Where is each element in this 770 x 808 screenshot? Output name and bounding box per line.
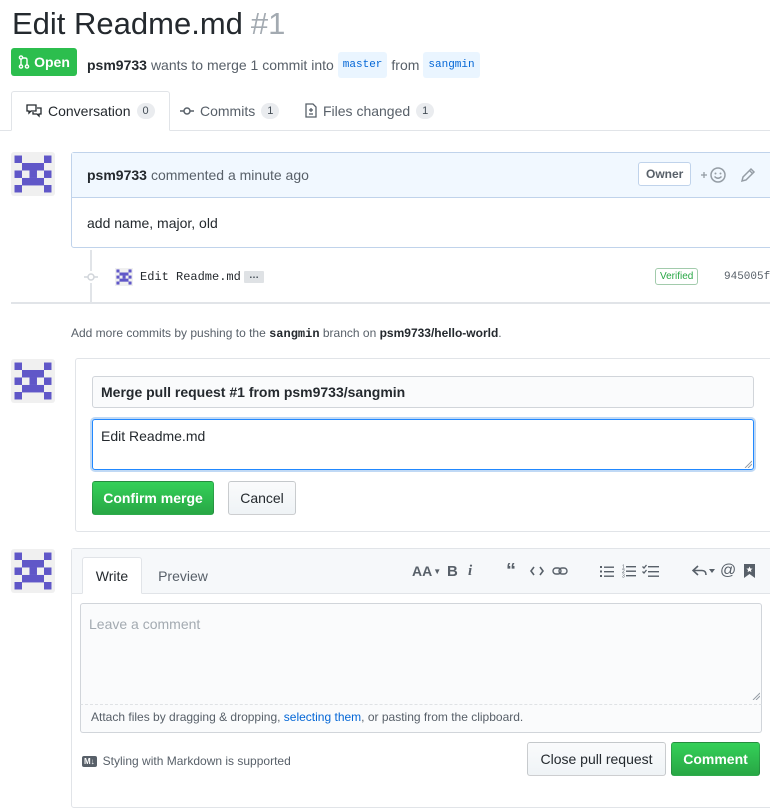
markdown-note: Styling with Markdown is supported [102, 754, 291, 768]
tab-counter: 0 [136, 103, 155, 119]
pr-title: Edit Readme.md #1 [12, 4, 285, 44]
pr-tabs: Conversation 0 Commits 1 Files changed 1 [0, 91, 770, 131]
avatar[interactable] [11, 359, 55, 403]
tab-files-changed[interactable]: Files changed 1 [291, 91, 448, 130]
pr-meta: psm9733 wants to merge 1 commit into mas… [87, 52, 480, 78]
markdown-help[interactable]: M↓ Styling with Markdown is supported [82, 754, 291, 768]
tab-counter: 1 [416, 102, 435, 119]
comment-box: psm9733 commented a minute ago Owner add… [71, 152, 770, 248]
pr-from-text: from [391, 57, 420, 73]
tab-preview[interactable]: Preview [148, 557, 218, 594]
unordered-list-icon[interactable] [600, 565, 614, 578]
avatar[interactable] [11, 152, 55, 196]
timeline-divider [11, 302, 770, 304]
italic-icon[interactable]: i [468, 561, 472, 581]
commit-expand-button[interactable]: … [244, 271, 264, 283]
tab-commits[interactable]: Commits 1 [166, 91, 293, 130]
tab-write[interactable]: Write [82, 557, 142, 594]
commit-sha[interactable]: 945005f [724, 271, 770, 283]
pr-state-badge: Open [11, 48, 77, 76]
saved-replies-icon[interactable] [744, 564, 755, 578]
hint-suffix: . [498, 326, 502, 340]
head-branch[interactable]: sangmin [423, 52, 480, 78]
comment-meta[interactable]: commented a minute ago [151, 167, 309, 183]
pencil-icon[interactable] [740, 167, 756, 183]
tab-label: Conversation [48, 103, 131, 119]
quote-icon[interactable]: “ [506, 560, 516, 582]
tab-label: Files changed [323, 102, 411, 119]
mention-icon[interactable]: @ [720, 561, 736, 581]
merge-message-textarea[interactable]: Edit Readme.md [92, 419, 754, 470]
pull-request-icon [18, 55, 30, 69]
attach-suffix: , or pasting from the clipboard. [361, 710, 524, 724]
heading-icon: AA [412, 563, 433, 579]
code-icon[interactable] [530, 566, 544, 576]
resize-handle-icon[interactable] [752, 692, 760, 700]
commit-author-avatar[interactable] [115, 268, 133, 286]
select-files-link[interactable]: selecting them [284, 710, 361, 724]
close-pull-request-button[interactable]: Close pull request [527, 742, 666, 776]
commit-message[interactable]: Edit Readme.md [140, 270, 241, 284]
pr-title-text: Edit Readme.md [12, 6, 243, 41]
svg-text:3: 3 [622, 574, 625, 579]
git-commit-icon [180, 106, 194, 115]
editor-toolbar: Write Preview AA ▼ B i “ 123 @ [72, 549, 770, 594]
owner-badge: Owner [638, 162, 692, 186]
git-commit-icon [84, 271, 98, 283]
tab-counter: 1 [261, 102, 280, 119]
avatar[interactable] [11, 549, 55, 593]
resize-handle-icon[interactable] [744, 460, 752, 468]
file-diff-icon [305, 103, 317, 118]
hint-branch: sangmin [269, 327, 320, 341]
confirm-merge-button[interactable]: Confirm merge [92, 481, 214, 515]
push-hint: Add more commits by pushing to the sangm… [71, 326, 502, 341]
attach-files-bar[interactable]: Attach files by dragging & dropping, sel… [80, 705, 762, 733]
comment-body: add name, major, old [87, 215, 218, 231]
bold-icon[interactable]: B [447, 561, 458, 581]
merge-title-input[interactable]: Merge pull request #1 from psm9733/sangm… [92, 376, 754, 408]
comment-textarea[interactable]: Leave a comment [80, 603, 762, 705]
tab-conversation[interactable]: Conversation 0 [11, 91, 170, 131]
reply-icon[interactable] [692, 564, 716, 578]
pr-number: #1 [250, 6, 286, 41]
heading-tool[interactable]: AA ▼ [412, 561, 441, 581]
comment-author[interactable]: psm9733 [87, 167, 147, 183]
pr-state-label: Open [34, 54, 70, 70]
comment-button[interactable]: Comment [671, 742, 760, 776]
add-reaction-icon[interactable] [700, 166, 728, 184]
base-branch[interactable]: master [337, 52, 388, 78]
hint-middle: branch on [322, 326, 377, 340]
cancel-button[interactable]: Cancel [228, 481, 296, 515]
comment-discussion-icon [26, 104, 42, 118]
attach-prefix: Attach files by dragging & dropping, [91, 710, 281, 724]
hint-prefix: Add more commits by pushing to the [71, 326, 266, 340]
pr-author[interactable]: psm9733 [87, 55, 147, 75]
caret-down-icon: ▼ [433, 566, 442, 576]
link-icon[interactable] [552, 565, 568, 577]
tab-label: Commits [200, 102, 256, 119]
verified-badge[interactable]: Verified [655, 268, 699, 285]
ordered-list-icon[interactable]: 123 [622, 564, 636, 578]
markdown-icon: M↓ [82, 755, 97, 767]
hint-repo: psm9733/hello-world [379, 326, 499, 340]
pr-merge-text: wants to merge 1 commit into [150, 57, 334, 73]
task-list-icon[interactable] [642, 564, 659, 578]
